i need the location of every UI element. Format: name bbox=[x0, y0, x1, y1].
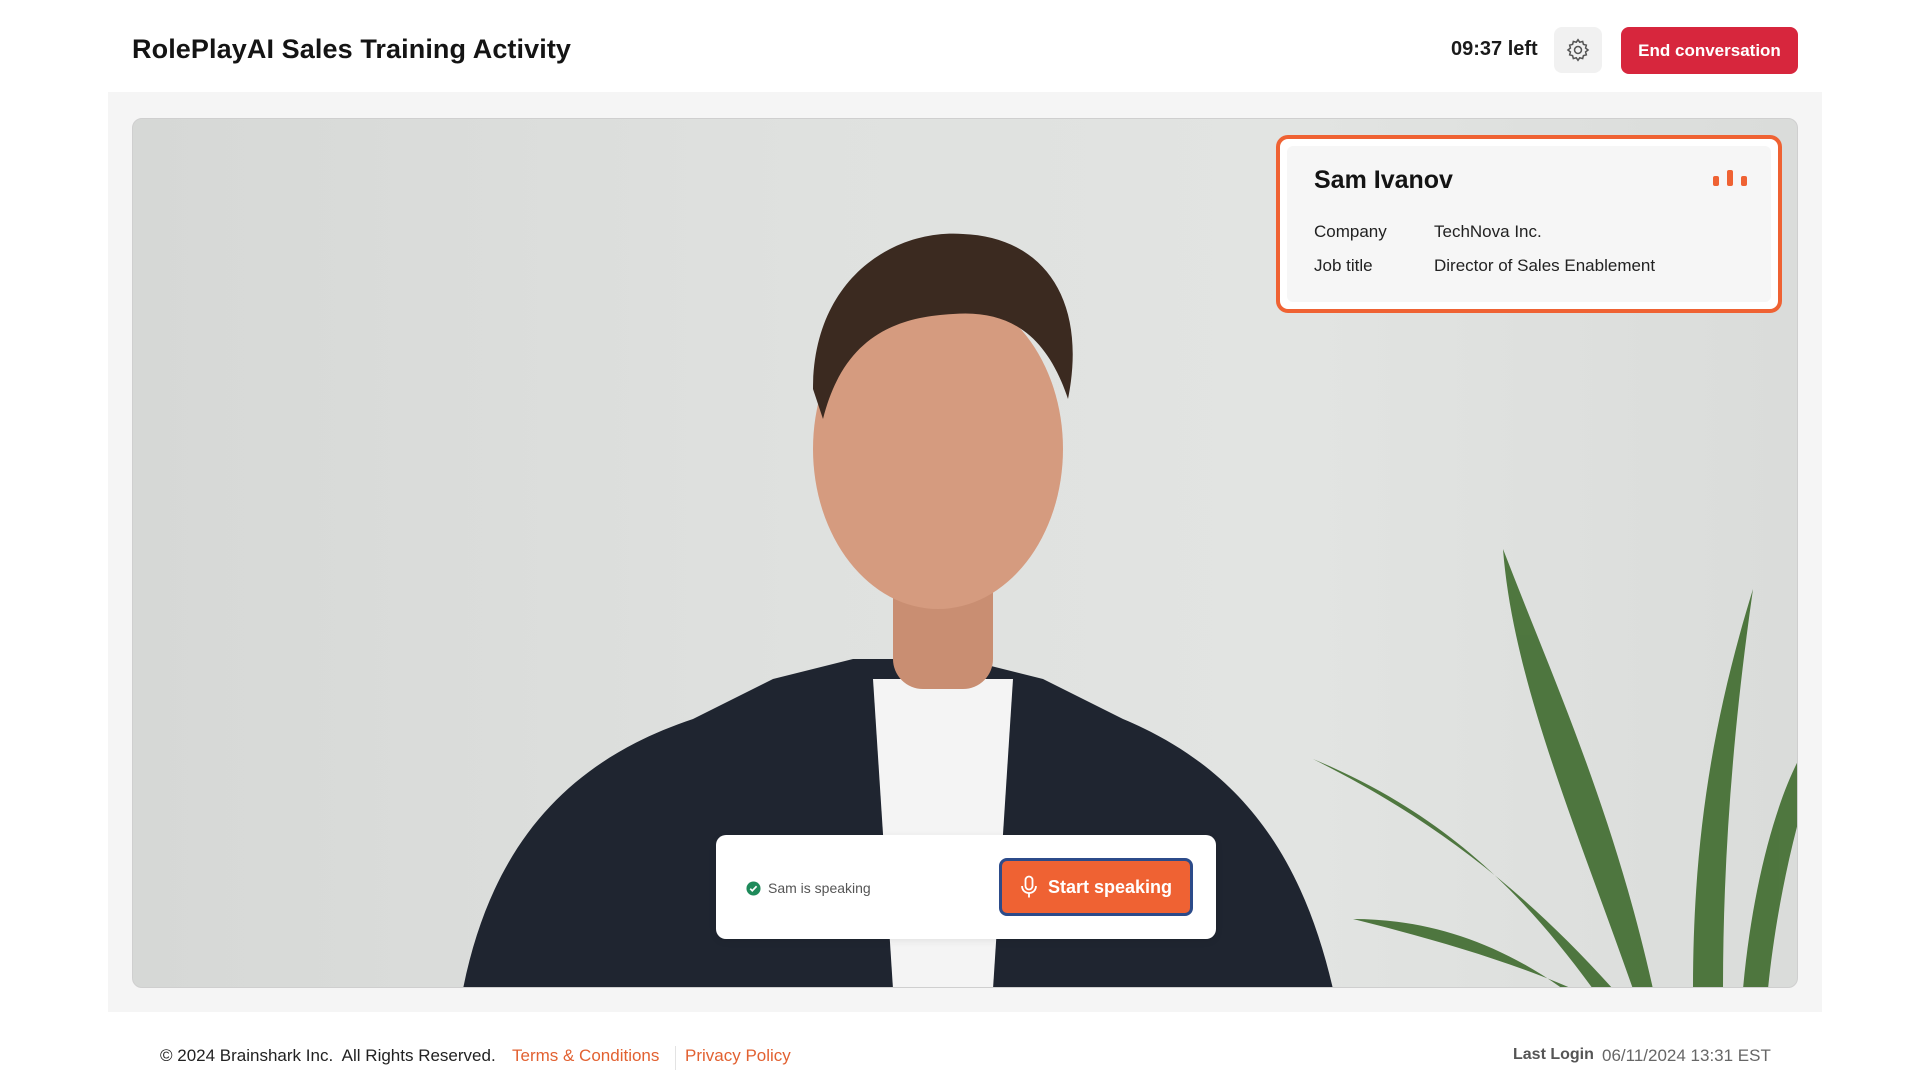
contact-name: Sam Ivanov bbox=[1314, 166, 1453, 194]
start-speaking-label: Start speaking bbox=[1047, 876, 1173, 897]
time-remaining: 09:37 left bbox=[1451, 38, 1538, 60]
contact-card-body: Sam Ivanov Company TechNova Inc. Job tit… bbox=[1287, 146, 1771, 302]
check-circle-icon bbox=[746, 880, 761, 896]
gear-icon bbox=[1566, 38, 1590, 62]
footer: © 2024 Brainshark Inc. All Rights Reserv… bbox=[0, 1012, 1920, 1080]
speaking-panel: Sam is speaking Start speaking bbox=[716, 835, 1216, 939]
company-value: TechNova Inc. bbox=[1434, 222, 1542, 241]
contact-card: Sam Ivanov Company TechNova Inc. Job tit… bbox=[1276, 135, 1782, 313]
start-speaking-button[interactable]: Start speaking bbox=[999, 858, 1193, 916]
settings-button[interactable] bbox=[1554, 27, 1602, 73]
speaking-status-text: Sam is speaking bbox=[768, 880, 871, 896]
terms-link[interactable]: Terms & Conditions bbox=[512, 1046, 659, 1066]
last-login-value: 06/11/2024 13:31 EST bbox=[1602, 1046, 1771, 1065]
end-conversation-button[interactable]: End conversation bbox=[1621, 27, 1798, 74]
footer-divider bbox=[675, 1046, 676, 1070]
page-title: RolePlayAI Sales Training Activity bbox=[132, 34, 572, 64]
microphone-icon bbox=[1021, 875, 1037, 898]
copyright-text: © 2024 Brainshark Inc. All Rights Reserv… bbox=[160, 1046, 496, 1065]
last-login-label: Last Login bbox=[1513, 1046, 1594, 1063]
company-label: Company bbox=[1314, 222, 1387, 241]
job-title-value: Director of Sales Enablement bbox=[1434, 256, 1656, 275]
top-bar: RolePlayAI Sales Training Activity 09:37… bbox=[0, 0, 1920, 92]
job-title-label: Job title bbox=[1314, 256, 1373, 275]
speaking-status: Sam is speaking bbox=[746, 880, 871, 896]
privacy-link[interactable]: Privacy Policy bbox=[685, 1046, 791, 1066]
plant-illustration bbox=[1313, 549, 1797, 987]
audio-bars-icon bbox=[1713, 170, 1747, 186]
